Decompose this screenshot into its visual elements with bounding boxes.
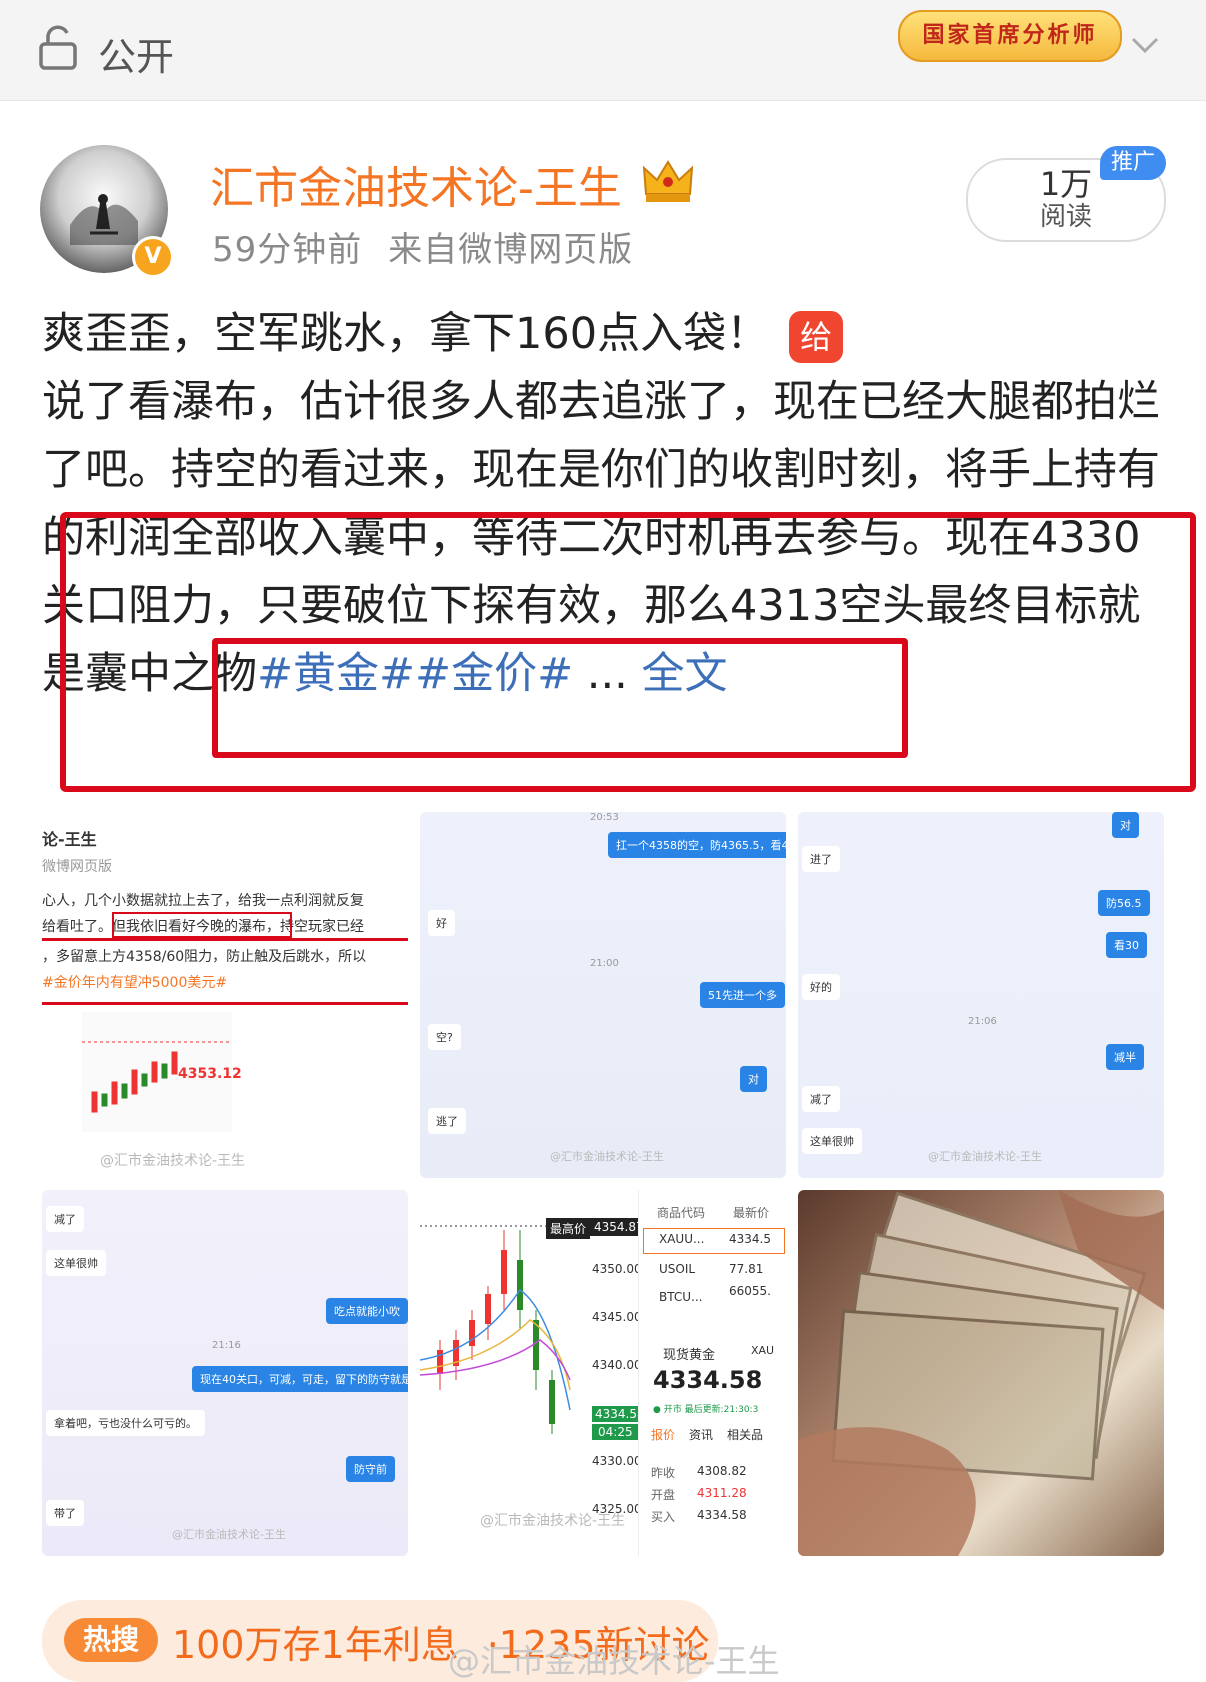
img3-bubble-4: 减半 [1106, 1044, 1144, 1070]
img4-reply-1: 减了 [46, 1206, 84, 1232]
img4-reply-2: 这单很帅 [46, 1250, 106, 1276]
img4-bubble-3: 防守前 [346, 1456, 395, 1482]
img4-bubble-2: 现在40关口，可减，可走，留下的防守就是48 [192, 1366, 408, 1392]
img1-source: 微博网页版 [42, 859, 112, 875]
img5-tick-1: 4345.00 [592, 1310, 642, 1324]
img5-quote-panel: 商品代码 最新价 XAUU... 4334.5 USOIL 77.81 BTCU… [638, 1190, 786, 1556]
img4-reply-4: 带了 [46, 1500, 84, 1526]
img2-bubble-2: 51先进一个多 [700, 982, 785, 1008]
img1-tag: #金价年内有望冲5000美元# [42, 975, 228, 991]
img5-open: 4311.28 [697, 1486, 747, 1500]
post-source: 来自微博网页版 [388, 230, 634, 270]
image-5[interactable]: 最高价 4354.87 4350.00 4345.00 4340.00 4334… [420, 1190, 786, 1556]
img5-tab-quote[interactable]: 报价 [651, 1426, 675, 1443]
post-time: 59分钟前 [212, 230, 363, 270]
author-name[interactable]: 汇市金油技术论-王生 [210, 152, 622, 216]
crown-icon [642, 160, 694, 202]
img3-bubble-3: 看30 [1106, 932, 1147, 958]
img2-bubble-1: 扛一个4358的空，防4365.5，看4330 [608, 832, 786, 858]
promote-button[interactable]: 推广 [1100, 146, 1166, 180]
img3-bubble-2: 防56.5 [1098, 890, 1150, 916]
img1-red-line-2 [42, 1002, 408, 1005]
img2-time-1: 20:53 [590, 812, 619, 823]
img3-reply-2: 好的 [802, 974, 840, 1000]
img1-watermark: @汇市金油技术论-王生 [100, 1153, 246, 1169]
lock-icon [39, 25, 77, 70]
img4-bubble-1: 吃点就能小吹 [326, 1298, 408, 1324]
img5-tick-0: 4350.00 [592, 1262, 642, 1276]
post-headline: 爽歪歪，空军跳水，拿下160点入袋！ [42, 309, 770, 359]
img5-row1-sym: XAUU... [659, 1232, 705, 1246]
img5-tick-2: 4340.00 [592, 1358, 642, 1372]
chevron-down-icon[interactable] [1130, 30, 1160, 60]
img5-row2-val: 77.81 [729, 1262, 764, 1276]
top-bar: 公开 国家首席分析师 [0, 0, 1206, 101]
hot-search-topic: 100万存1年利息 [172, 1623, 459, 1667]
image-2[interactable]: 20:53 扛一个4358的空，防4365.5，看4330 好 21:00 51… [420, 812, 786, 1178]
img5-countdown: 04:25 [592, 1424, 639, 1440]
img5-spot-name: 现货黄金 [663, 1348, 716, 1363]
img5-row3-val: 66055. [729, 1284, 771, 1298]
img5-high-label: 最高价 [546, 1218, 591, 1239]
img5-spot-code: XAU [751, 1344, 775, 1357]
img1-red-line [42, 938, 408, 941]
img3-time-1: 21:06 [968, 1016, 997, 1027]
image-1[interactable]: 论-王生 微博网页版 心人，几个小数据就拉上去了，给我一点利润就反复 给看吐了。… [42, 812, 408, 1178]
img4-reply-3: 拿着吧，亏也没什么可亏的。 [46, 1410, 205, 1436]
img5-buy-label: 买入 [651, 1510, 676, 1524]
img5-buy: 4334.58 [697, 1508, 747, 1522]
img5-status: ● 开市 最后更新:21:30:3 [653, 1405, 759, 1415]
img2-bubble-3: 对 [740, 1066, 767, 1092]
img3-watermark: @汇市金油技术论-王生 [928, 1150, 1042, 1163]
image-4[interactable]: 减了 这单很帅 吃点就能小吹 21:16 现在40关口，可减，可走，留下的防守就… [42, 1190, 408, 1556]
visibility-label[interactable]: 公开 [98, 26, 174, 81]
img1-price: 4353.12 [178, 1066, 242, 1082]
img3-reply-1: 进了 [802, 846, 840, 872]
img5-row3-sym: BTCU... [659, 1290, 703, 1304]
image-3[interactable]: 对 进了 防56.5 看30 好的 21:06 减半 减了 这单很帅 @汇市金油… [798, 812, 1164, 1178]
img5-prev-label: 昨收 [651, 1466, 676, 1480]
img3-reply-4: 这单很帅 [802, 1128, 862, 1154]
img3-reply-3: 减了 [802, 1086, 840, 1112]
img1-red-box [112, 912, 292, 938]
img3-bubble-1: 对 [1112, 812, 1139, 838]
img4-watermark: @汇市金油技术论-王生 [172, 1528, 286, 1541]
geili-emoji-icon: 给力 [789, 310, 844, 408]
avatar-figure-icon [70, 194, 138, 245]
title-badge: 国家首席分析师 [898, 10, 1122, 62]
img5-open-label: 开盘 [651, 1488, 676, 1502]
img1-name: 论-王生 [42, 830, 97, 849]
read-label: 阅读 [1039, 202, 1092, 232]
img5-watermark: @汇市金油技术论-王生 [480, 1513, 626, 1529]
image-6[interactable] [798, 1190, 1164, 1556]
img4-time-1: 21:16 [212, 1340, 241, 1351]
img5-tab-related[interactable]: 相关品 [727, 1426, 763, 1443]
img1-line1: 心人，几个小数据就拉上去了，给我一点利润就反复 [42, 893, 364, 909]
img5-tab-news[interactable]: 资讯 [689, 1426, 713, 1443]
hot-search-icon: 热搜 [64, 1618, 158, 1662]
img1-line3: ，多留意上方4358/60阻力，防止触及后跳水，所以 [42, 949, 367, 965]
img5-col1: 商品代码 [657, 1206, 706, 1220]
img5-tick-4: 4330.00 [592, 1454, 642, 1468]
highlight-box-inner [212, 638, 908, 758]
img5-prev: 4308.82 [697, 1464, 747, 1478]
post-meta: 59分钟前 来自微博网页版 [212, 222, 633, 271]
img2-watermark: @汇市金油技术论-王生 [550, 1150, 664, 1163]
img5-row1-val: 4334.5 [729, 1232, 771, 1246]
img5-col2: 最新价 [733, 1206, 770, 1220]
img2-reply-2: 空? [428, 1024, 461, 1050]
verified-badge: V [132, 236, 174, 278]
page-watermark: @汇市金油技术论-王生 [448, 1642, 780, 1680]
img2-reply-3: 逃了 [428, 1108, 466, 1134]
img5-spot-price: 4334.58 [653, 1366, 763, 1394]
cash-bills-icon [798, 1190, 1164, 1556]
img2-time-2: 21:00 [590, 958, 619, 969]
img5-row2-sym: USOIL [659, 1262, 696, 1276]
img2-reply-1: 好 [428, 910, 455, 936]
